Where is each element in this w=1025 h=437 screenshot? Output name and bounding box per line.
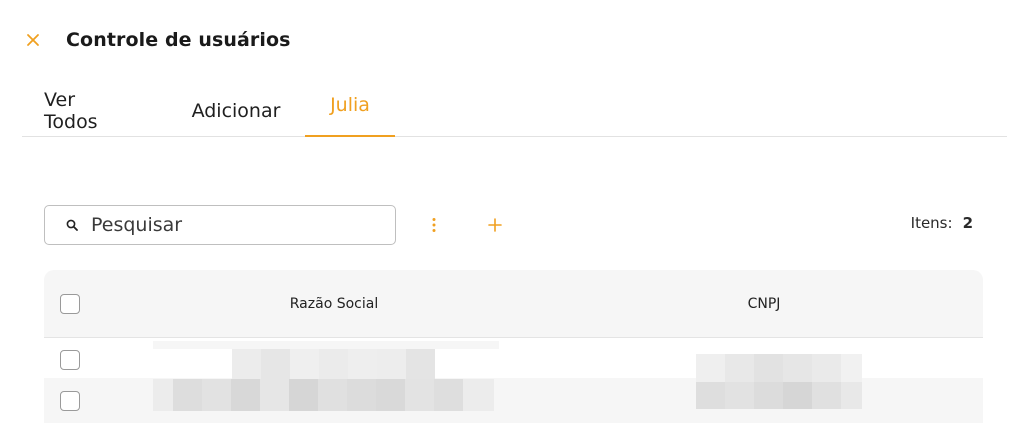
tab-julia[interactable]: Julia xyxy=(305,86,395,136)
column-header-razao-social: Razão Social xyxy=(289,296,379,312)
items-count-label: Itens: xyxy=(910,214,953,232)
items-count: Itens: 2 xyxy=(911,214,973,232)
redacted-text xyxy=(696,382,862,409)
tab-ver-todos[interactable]: Ver Todos xyxy=(44,86,124,136)
add-button[interactable] xyxy=(483,213,507,237)
tab-bar: Ver Todos Adicionar Julia xyxy=(22,86,1007,137)
page-title: Controle de usuários xyxy=(66,29,291,51)
redacted-text xyxy=(153,341,499,349)
search-icon xyxy=(65,218,79,232)
search-box[interactable] xyxy=(44,205,396,245)
select-all-checkbox[interactable] xyxy=(60,294,80,314)
redacted-text xyxy=(232,349,435,379)
more-options-button[interactable] xyxy=(423,213,445,237)
vertical-dots-icon xyxy=(432,218,436,232)
redacted-text xyxy=(153,379,494,411)
column-header-cnpj: CNPJ xyxy=(747,296,781,312)
search-input[interactable] xyxy=(91,214,381,236)
row-checkbox[interactable] xyxy=(60,350,80,370)
redacted-text xyxy=(696,354,862,382)
dialog-header: Controle de usuários xyxy=(22,26,291,54)
active-tab-indicator xyxy=(305,135,395,137)
users-table: Razão Social CNPJ xyxy=(44,270,983,430)
close-icon[interactable] xyxy=(22,29,44,51)
tab-adicionar[interactable]: Adicionar xyxy=(186,86,286,136)
table-header: Razão Social CNPJ xyxy=(44,270,983,338)
items-count-value: 2 xyxy=(962,214,973,232)
plus-icon xyxy=(488,218,502,232)
row-checkbox[interactable] xyxy=(60,391,80,411)
